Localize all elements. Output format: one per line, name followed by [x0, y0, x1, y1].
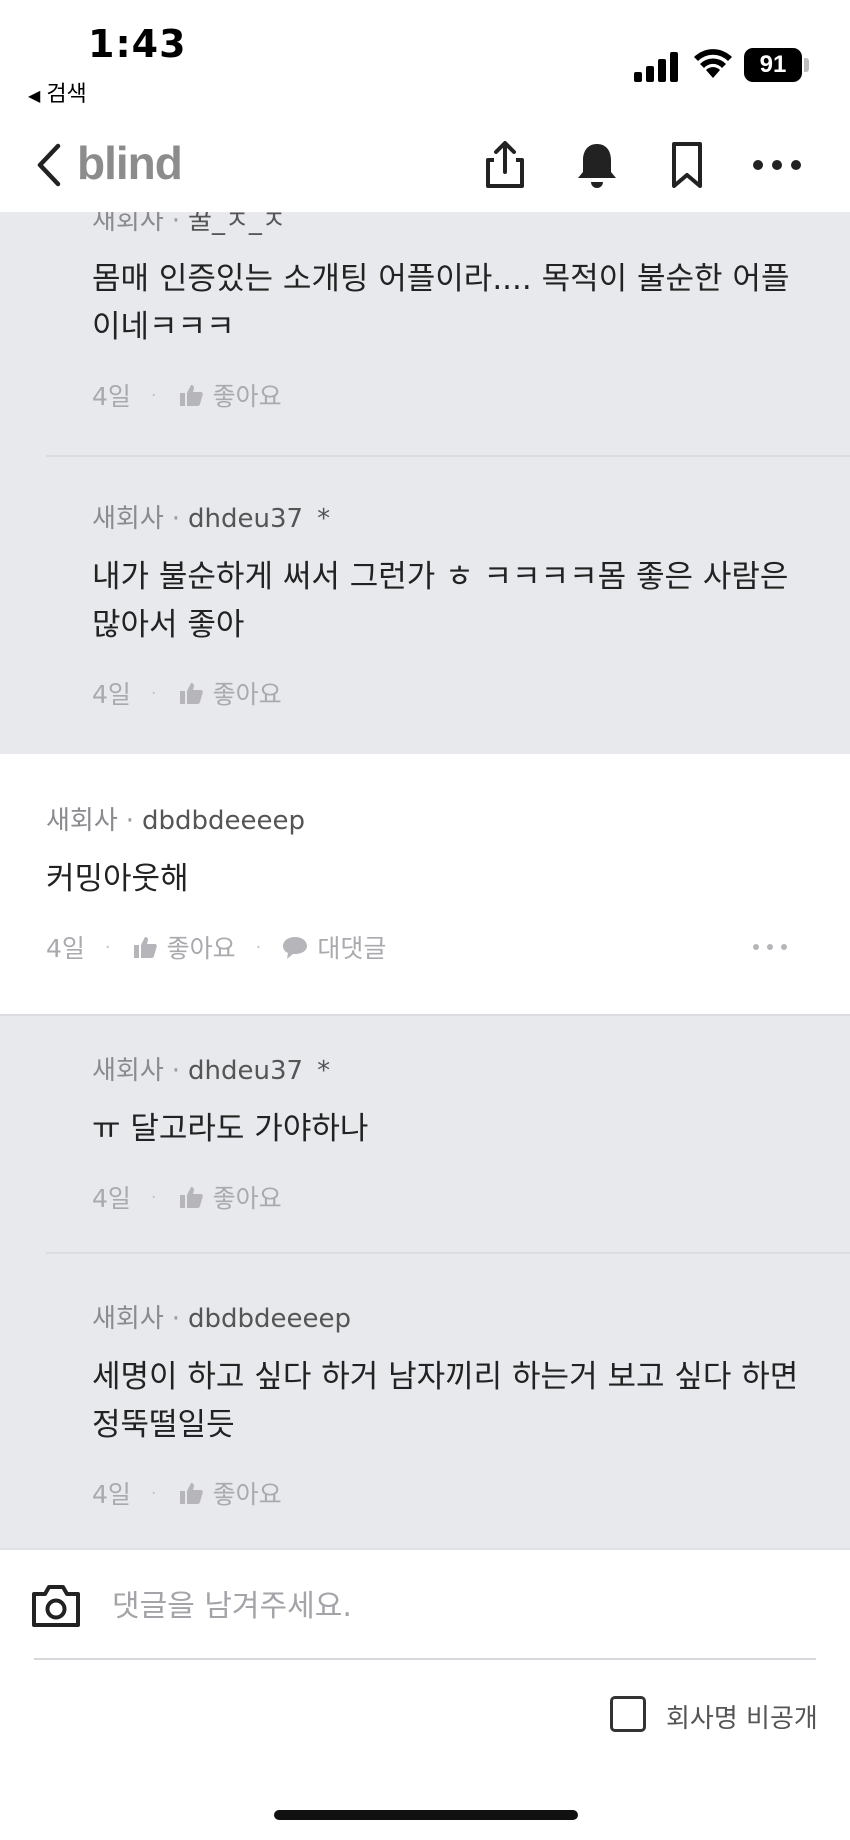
comment-meta: 새회사 · dhdeu37 *: [92, 1056, 331, 1086]
hide-company-checkbox[interactable]: [610, 1696, 646, 1732]
like-button[interactable]: 좋아요: [167, 929, 236, 965]
back-to-search-link[interactable]: ◀ 검색: [28, 76, 87, 108]
back-chevron-icon[interactable]: [32, 140, 66, 190]
like-button[interactable]: 좋아요: [213, 377, 282, 413]
hide-company-label[interactable]: 회사명 비공개: [666, 1698, 818, 1735]
app-header: blind: [0, 120, 850, 212]
comment-meta: 새회사 · dhdeu37 *: [92, 504, 331, 534]
comments-list: 새회사 · 꿀_ㅈ_ㅈ 몸매 인증있는 소개팅 어플이라.... 목적이 불순한 어…: [0, 212, 850, 1548]
reply-button[interactable]: 대댓글: [317, 929, 386, 965]
divider: [46, 1252, 850, 1254]
thumbs-up-icon[interactable]: [131, 933, 159, 961]
battery-icon: 91: [744, 48, 802, 82]
like-button[interactable]: 좋아요: [213, 1179, 282, 1215]
comment-body: 내가 불순하게 써서 그런가 ㅎ ㅋㅋㅋㅋ몸 좋은 사람은 많아서 좋아: [92, 559, 789, 643]
like-button[interactable]: 좋아요: [213, 675, 282, 711]
reply-comment: 새회사 · dhdeu37 * 내가 불순하게 써서 그런가 ㅎ ㅋㅋㅋㅋ몸 좋은 사…: [92, 498, 812, 711]
share-icon[interactable]: [478, 138, 532, 192]
thumbs-up-icon[interactable]: [177, 679, 205, 707]
username[interactable]: dbdbdeeeep: [188, 1304, 351, 1334]
top-level-comment: 새회사 · dbdbdeeeep 커밍아웃해 4일 · 좋아요 · 대댓글: [46, 800, 766, 965]
comment-actions: 4일 · 좋아요: [92, 1179, 812, 1215]
comment-body: 몸매 인증있는 소개팅 어플이라.... 목적이 불순한 어플이네ㅋㅋㅋ: [92, 261, 790, 345]
reply-comment: 새회사 · dhdeu37 * ㅠ 달고라도 가야하나 4일 · 좋아요: [92, 1050, 812, 1215]
comment-meta: 새회사 · dbdbdeeeep: [46, 806, 306, 836]
reply-bubble-icon[interactable]: [281, 933, 309, 961]
home-indicator: [274, 1810, 578, 1820]
comment-more-icon[interactable]: [752, 942, 788, 952]
camera-icon[interactable]: [30, 1582, 82, 1630]
comment-actions: 4일 · 좋아요: [92, 377, 812, 413]
blind-logo: blind: [77, 137, 183, 189]
status-time: 1:43: [88, 22, 187, 66]
wifi-icon: [694, 49, 732, 78]
divider: [46, 455, 850, 457]
comment-composer: 회사명 비공개: [0, 1548, 850, 1840]
company-name: 새회사: [92, 1304, 164, 1334]
author-mark: *: [317, 504, 331, 534]
reply-comment: 새회사 · dbdbdeeeep 세명이 하고 싶다 하거 남자끼리 하는거 보고 …: [92, 1298, 812, 1511]
comment-body: 커밍아웃해: [46, 861, 189, 897]
company-name: 새회사: [92, 1056, 164, 1086]
company-name: 새회사: [92, 212, 164, 236]
username[interactable]: 꿀_ㅈ_ㅈ: [188, 212, 286, 236]
comment-meta: 새회사 · dbdbdeeeep: [92, 1304, 352, 1334]
comment-actions: 4일 · 좋아요 · 대댓글: [46, 929, 766, 965]
comment-time: 4일: [46, 934, 85, 963]
reply-comment: 새회사 · 꿀_ㅈ_ㅈ 몸매 인증있는 소개팅 어플이라.... 목적이 불순한 어…: [92, 212, 812, 413]
comment-time: 4일: [92, 382, 131, 411]
thumbs-up-icon[interactable]: [177, 1183, 205, 1211]
comment-time: 4일: [92, 1480, 131, 1509]
thumbs-up-icon[interactable]: [177, 381, 205, 409]
comment-time: 4일: [92, 1184, 131, 1213]
username[interactable]: dbdbdeeeep: [142, 806, 305, 836]
input-underline: [34, 1658, 816, 1660]
battery-cap: [804, 58, 809, 72]
cellular-signal-icon: [634, 50, 680, 82]
thumbs-up-icon[interactable]: [177, 1479, 205, 1507]
author-mark: *: [317, 1056, 331, 1086]
username[interactable]: dhdeu37: [188, 504, 303, 534]
comment-actions: 4일 · 좋아요: [92, 675, 812, 711]
comment-time: 4일: [92, 680, 131, 709]
bookmark-icon[interactable]: [660, 138, 714, 192]
like-button[interactable]: 좋아요: [213, 1475, 282, 1511]
comment-actions: 4일 · 좋아요: [92, 1475, 812, 1511]
notification-bell-icon[interactable]: [570, 138, 624, 192]
comment-body: ㅠ 달고라도 가야하나: [92, 1111, 369, 1147]
back-app-label: 검색: [46, 82, 87, 107]
status-bar: 1:43 ◀ 검색 91: [0, 0, 850, 120]
comment-body: 세명이 하고 싶다 하거 남자끼리 하는거 보고 싶다 하면 정뚝떨일듯: [92, 1359, 799, 1443]
comment-meta: 새회사 · 꿀_ㅈ_ㅈ: [92, 212, 812, 237]
battery-level: 91: [759, 51, 787, 78]
comment-input[interactable]: [112, 1578, 812, 1634]
back-triangle-icon: ◀: [28, 86, 41, 105]
more-options-icon[interactable]: [750, 138, 804, 192]
company-name: 새회사: [92, 504, 164, 534]
company-name: 새회사: [46, 806, 118, 836]
username[interactable]: dhdeu37: [188, 1056, 303, 1086]
